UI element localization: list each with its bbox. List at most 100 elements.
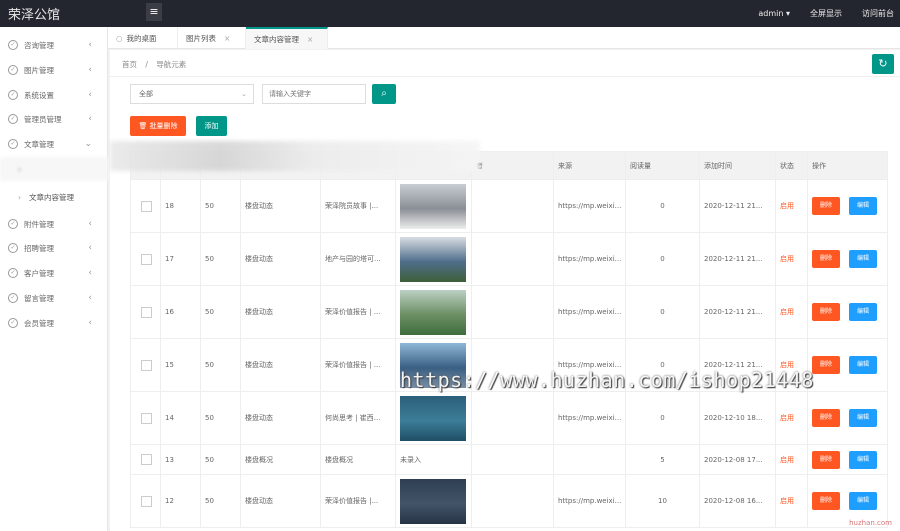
cell-title: 荣泽院员故事 |... xyxy=(320,179,396,233)
row-checkbox[interactable] xyxy=(141,454,152,465)
sidebar-item-customers[interactable]: ✓ 客户管理 ‹ xyxy=(0,261,108,285)
edit-button[interactable]: 编辑 xyxy=(849,303,877,321)
row-checkbox[interactable] xyxy=(141,359,152,371)
sidebar-item-settings[interactable]: ✓ 系统设置 ‹ xyxy=(0,83,108,107)
sidebar-sub-blurred[interactable]: › xyxy=(0,157,108,181)
tab-label: 文章内容管理 xyxy=(254,34,299,44)
sidebar-item-articles[interactable]: ✓ 文章管理 ⌄ xyxy=(0,132,108,156)
refresh-button[interactable]: ↻ xyxy=(872,54,894,74)
sidebar-item-label: 招聘管理 xyxy=(24,243,54,253)
chevron-left-icon: ‹ xyxy=(88,293,92,303)
cell-views: 0 xyxy=(625,285,700,339)
sidebar-item-attachments[interactable]: ✓ 附件管理 ‹ xyxy=(0,212,108,236)
cell-actions: 删除 编辑 xyxy=(807,285,888,339)
cell-source: https://mp.weixi... xyxy=(553,232,626,286)
search-button[interactable]: ⌕ xyxy=(372,84,396,104)
article-thumbnail xyxy=(400,478,466,524)
close-icon[interactable]: × xyxy=(307,35,313,44)
no-image-text: 未录入 xyxy=(400,455,421,464)
divider xyxy=(110,76,900,77)
app-logo-title[interactable]: 荣泽公馆 xyxy=(8,4,60,23)
delete-button[interactable]: 删除 xyxy=(812,492,840,510)
cell-source: https://mp.weixi... xyxy=(553,391,626,445)
row-checkbox[interactable] xyxy=(141,495,152,507)
cell-status[interactable]: 启用 xyxy=(775,179,808,233)
delete-button[interactable]: 删除 xyxy=(812,356,840,374)
chevron-left-icon: ‹ xyxy=(88,219,92,229)
circle-check-icon: ✓ xyxy=(8,293,18,303)
cell-status[interactable]: 启用 xyxy=(775,391,808,445)
cell-id: 13 xyxy=(160,444,201,475)
tab-article-content[interactable]: 文章内容管理 × xyxy=(246,27,328,49)
chevron-left-icon: ‹ xyxy=(88,90,92,100)
cell-status[interactable]: 启用 xyxy=(775,232,808,286)
cell-title: 荣泽价值报告 |... xyxy=(320,474,396,528)
cell-source xyxy=(553,444,626,475)
sidebar-item-images[interactable]: ✓ 图片管理 ‹ xyxy=(0,58,108,82)
search-icon: ⌕ xyxy=(381,88,387,99)
blurred-region xyxy=(110,141,480,171)
cell-category: 楼盘动态 xyxy=(240,285,321,339)
cell-category: 楼盘动态 xyxy=(240,338,321,392)
sidebar-item-recruit[interactable]: ✓ 招聘管理 ‹ xyxy=(0,236,108,260)
batch-delete-button[interactable]: 🗑 批量删除 xyxy=(130,116,186,136)
select-value: 全部 xyxy=(139,90,153,98)
tab-label: 我的桌面 xyxy=(126,33,157,43)
cell-author xyxy=(471,474,554,528)
cell-source: https://mp.weixi... xyxy=(553,474,626,528)
breadcrumb-current: 导航元素 xyxy=(156,60,187,69)
col-author: 者 xyxy=(471,151,554,180)
sidebar-item-label: 管理员管理 xyxy=(24,114,62,124)
table-row: 16 50 楼盘动态 荣泽价值报告 | ... https://mp.weixi... 0… xyxy=(130,285,888,339)
delete-button[interactable]: 删除 xyxy=(812,250,840,268)
category-select[interactable]: 全部 ⌄ xyxy=(130,84,254,104)
caret-down-icon: ▾ xyxy=(785,9,790,18)
edit-button[interactable]: 编辑 xyxy=(849,250,877,268)
edit-button[interactable]: 编辑 xyxy=(849,197,877,215)
cell-status[interactable]: 启用 xyxy=(775,444,808,475)
sidebar-item-messages[interactable]: ✓ 留言管理 ‹ xyxy=(0,286,108,310)
breadcrumb-home[interactable]: 首页 xyxy=(122,60,137,69)
cell-time: 2020-12-11 21... xyxy=(699,232,776,286)
delete-button[interactable]: 删除 xyxy=(812,409,840,427)
row-checkbox[interactable] xyxy=(141,253,152,265)
cell-title: 何尚思考 | 崔西... xyxy=(320,391,396,445)
corner-watermark: huzhan.com xyxy=(849,519,892,527)
cell-id: 15 xyxy=(160,338,201,392)
article-table: 者 来源 阅读量 添加时间 状态 操作 1850楼盘动态荣泽院员故事 |...h… xyxy=(130,151,888,528)
close-icon[interactable]: × xyxy=(224,34,230,43)
delete-button[interactable]: 删除 xyxy=(812,450,840,469)
row-checkbox[interactable] xyxy=(141,200,152,212)
edit-button[interactable]: 编辑 xyxy=(849,492,877,510)
tab-desktop[interactable]: ○ 我的桌面 xyxy=(108,27,178,49)
visit-site-link[interactable]: 访问前台 xyxy=(862,8,894,19)
chevron-down-icon: ⌄ xyxy=(241,90,247,98)
table-row: 14 50 楼盘动态 何尚思考 | 崔西... https://mp.weixi... 0… xyxy=(130,391,888,445)
sidebar-sub-article-content[interactable]: › 文章内容管理 xyxy=(0,185,108,209)
sidebar-item-admins[interactable]: ✓ 管理员管理 ‹ xyxy=(0,107,108,131)
hamburger-icon[interactable]: ≡ xyxy=(146,3,162,21)
edit-button[interactable]: 编辑 xyxy=(849,356,877,374)
delete-button[interactable]: 删除 xyxy=(812,197,840,215)
sidebar-item-label: 留言管理 xyxy=(24,293,54,303)
row-checkbox[interactable] xyxy=(141,412,152,424)
tab-image-list[interactable]: 图片列表 × xyxy=(178,27,246,49)
fullscreen-link[interactable]: 全屏显示 xyxy=(810,8,842,19)
cell-status[interactable]: 启用 xyxy=(775,285,808,339)
edit-button[interactable]: 编辑 xyxy=(849,450,877,469)
add-button[interactable]: 添加 xyxy=(196,116,227,136)
user-menu[interactable]: admin ▾ xyxy=(758,9,790,18)
sidebar-item-members[interactable]: ✓ 会员管理 ‹ xyxy=(0,311,108,335)
sidebar-item-consult[interactable]: ✓ 咨询管理 ‹ xyxy=(0,33,108,57)
cell-actions: 删除 编辑 xyxy=(807,179,888,233)
cell-time: 2020-12-08 16... xyxy=(699,474,776,528)
cell-title: 荣泽价值报告 | ... xyxy=(320,285,396,339)
cell-id: 17 xyxy=(160,232,201,286)
cell-time: 2020-12-08 17... xyxy=(699,444,776,475)
keyword-input[interactable] xyxy=(262,84,366,104)
cell-status[interactable]: 启用 xyxy=(775,474,808,528)
batch-delete-label: 批量删除 xyxy=(149,122,178,130)
delete-button[interactable]: 删除 xyxy=(812,303,840,321)
row-checkbox[interactable] xyxy=(141,306,152,318)
edit-button[interactable]: 编辑 xyxy=(849,409,877,427)
